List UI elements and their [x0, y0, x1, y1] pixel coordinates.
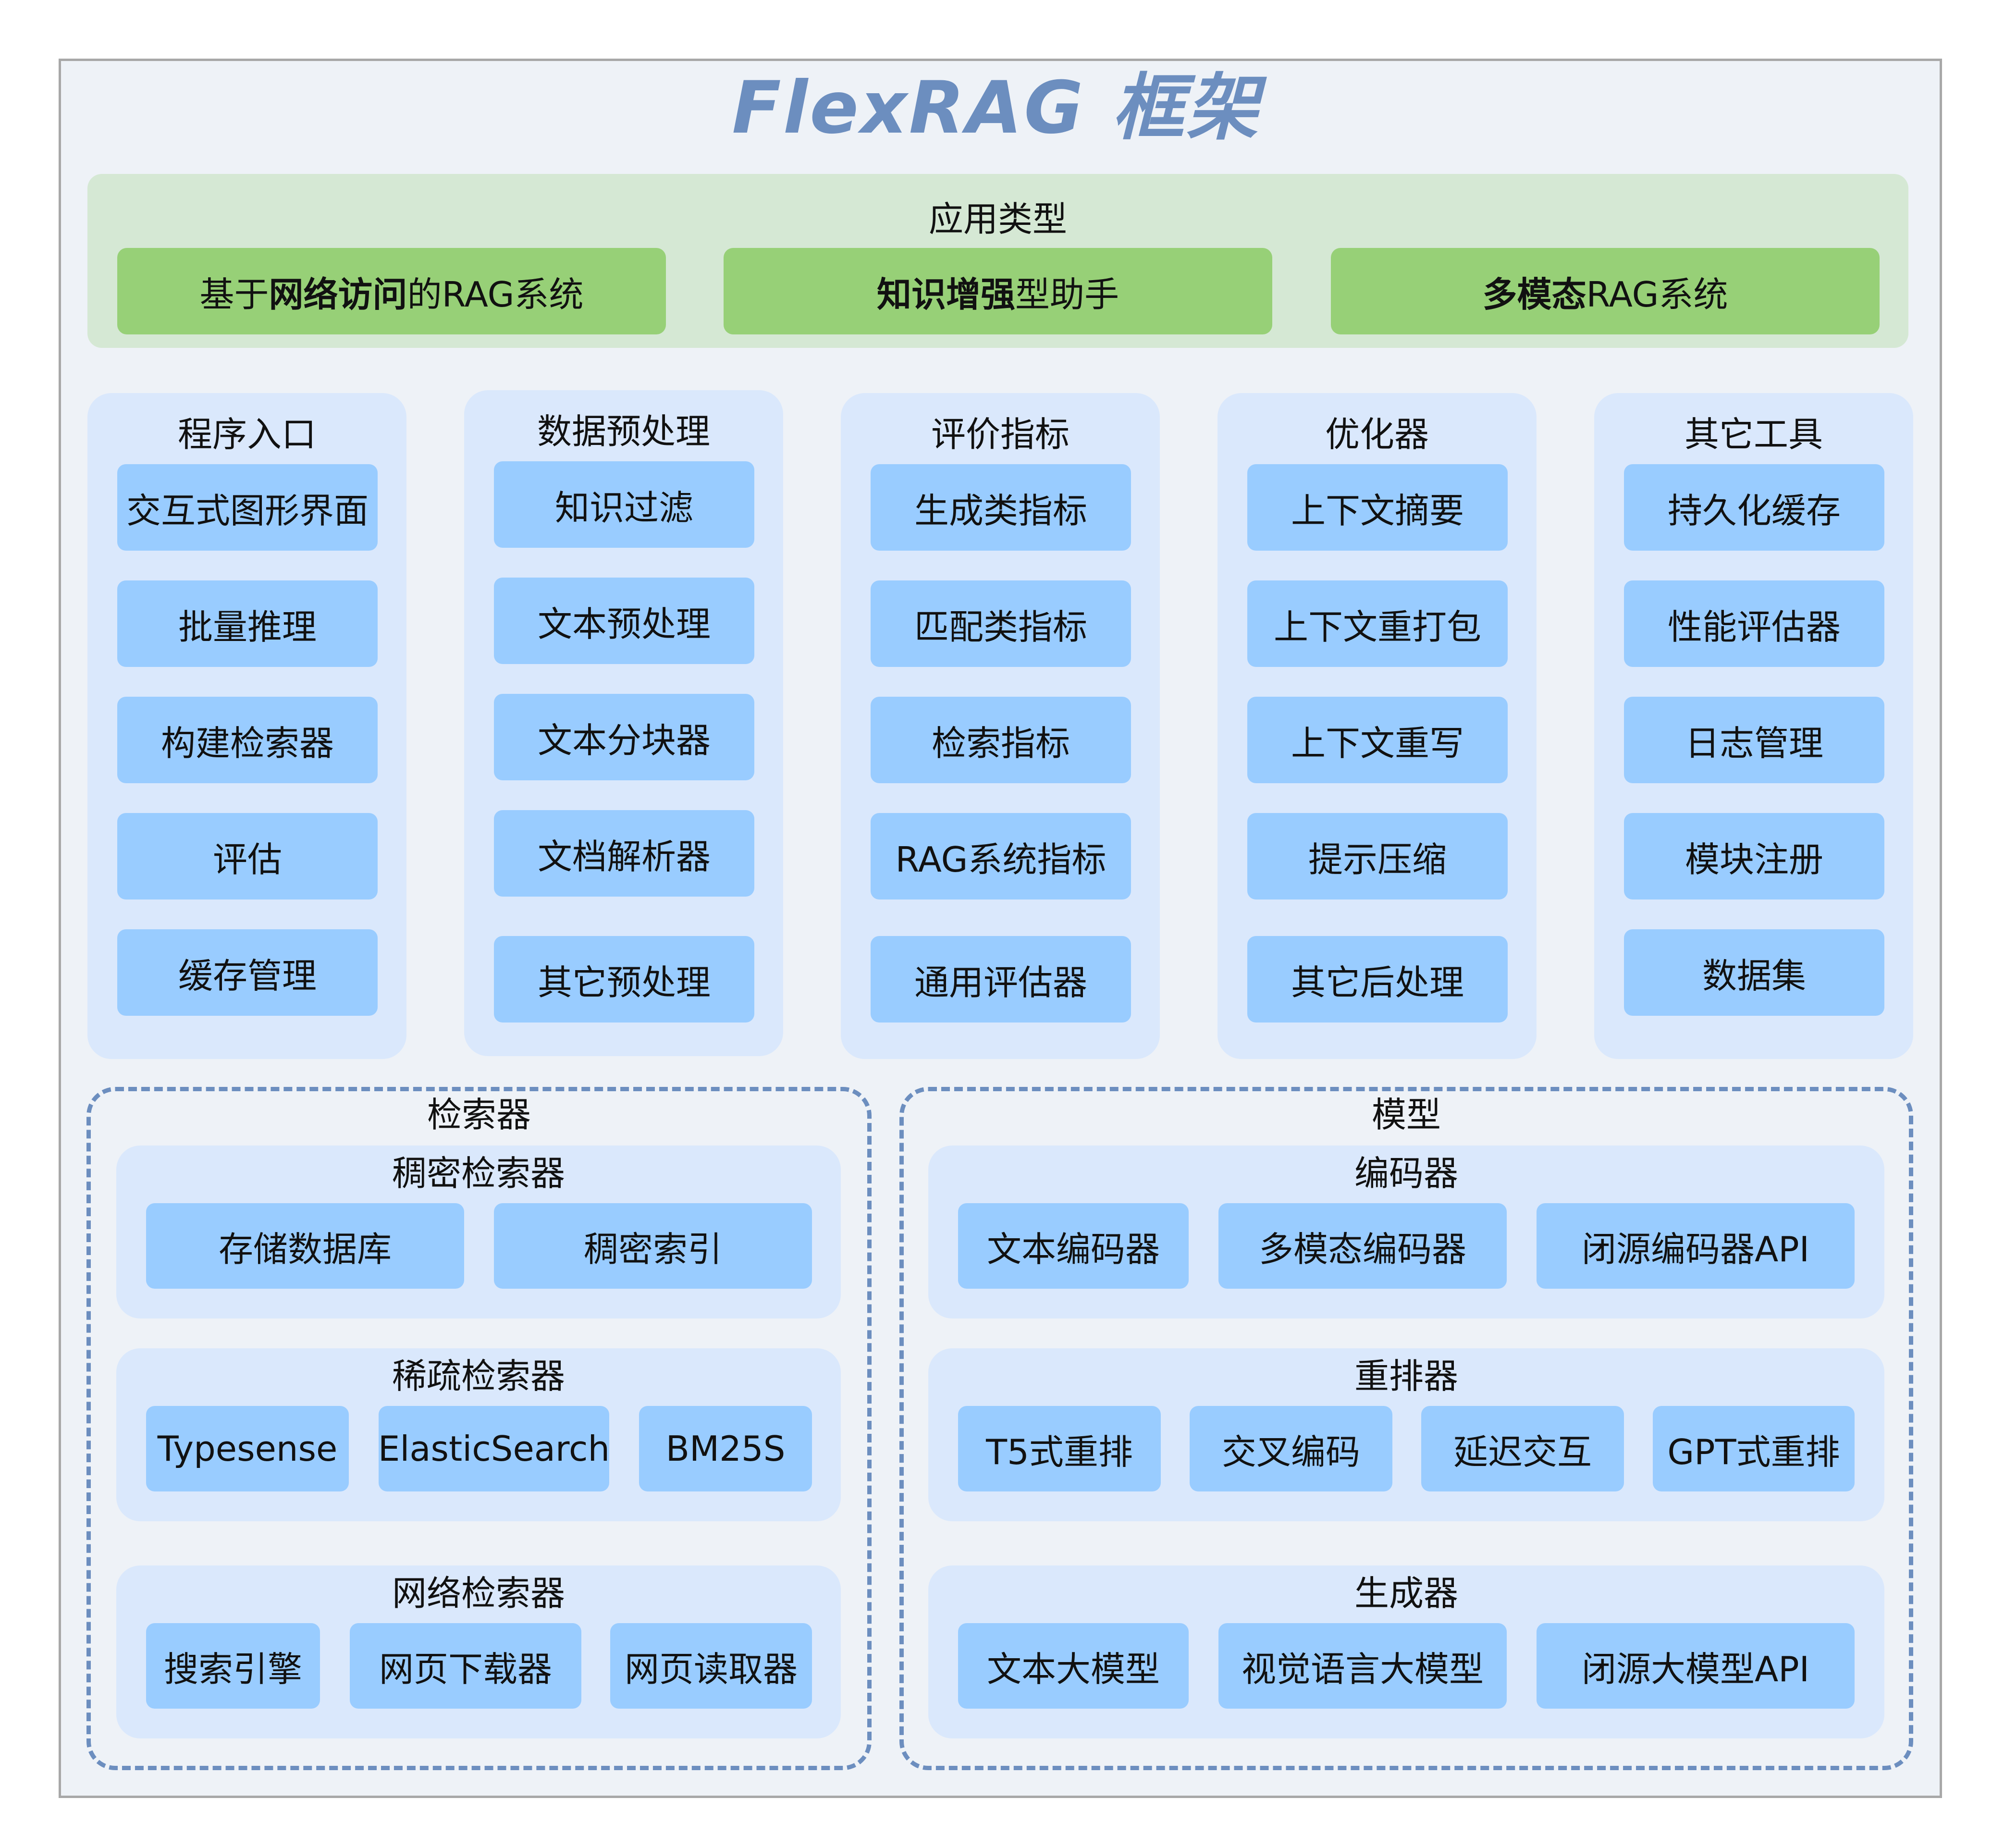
module-box: 通用评估器 — [871, 936, 1131, 1023]
module-box: 缓存管理 — [117, 929, 378, 1016]
module-box: 模块注册 — [1624, 813, 1884, 899]
module-box: 文本分块器 — [494, 694, 754, 780]
generator-panel: 生成器 文本大模型 视觉语言大模型 闭源大模型API — [928, 1565, 1884, 1738]
module-box: 闭源大模型API — [1537, 1623, 1855, 1709]
module-box: RAG系统指标 — [871, 813, 1131, 899]
column-label: 优化器 — [1325, 414, 1429, 455]
model-label: 模型 — [1371, 1095, 1441, 1135]
module-box: 延迟交互 — [1421, 1406, 1624, 1491]
module-box: 持久化缓存 — [1624, 464, 1884, 551]
module-box: 视觉语言大模型 — [1218, 1623, 1507, 1709]
module-box: 网页读取器 — [610, 1623, 812, 1709]
column-label: 数据预处理 — [537, 411, 710, 452]
app-web-rag: 基于 网络访问 的RAG系统 — [117, 248, 666, 334]
app-label-bold: 多模态 — [1482, 274, 1586, 315]
app-multimodal-rag: 多模态 RAG系统 — [1331, 248, 1880, 334]
column-label: 其它工具 — [1684, 414, 1823, 455]
page-title: FlexRAG 框架 — [732, 66, 1260, 150]
module-box: 上下文重写 — [1247, 697, 1508, 783]
module-box: 搜索引擎 — [146, 1623, 320, 1709]
application-panel: 应用类型 基于 网络访问 的RAG系统 知识增强 型助手 多模态 RAG系统 — [87, 174, 1908, 348]
module-box: 上下文重打包 — [1247, 580, 1508, 667]
module-box: 性能评估器 — [1624, 580, 1884, 667]
web-retriever-panel: 网络检索器 搜索引擎 网页下载器 网页读取器 — [116, 1565, 841, 1738]
module-box: 上下文摘要 — [1247, 464, 1508, 551]
app-label-bold: 知识增强 — [876, 274, 1015, 315]
column-preprocess: 数据预处理 知识过滤 文本预处理 文本分块器 文档解析器 其它预处理 — [464, 390, 783, 1056]
reranker-panel: 重排器 T5式重排 交叉编码 延迟交互 GPT式重排 — [928, 1348, 1884, 1521]
dense-retriever-panel: 稠密检索器 存储数据库 稠密索引 — [116, 1146, 841, 1318]
column-label: 评价指标 — [931, 414, 1070, 455]
module-box: 网页下载器 — [350, 1623, 581, 1709]
app-label-bold: 网络访问 — [269, 274, 407, 315]
module-box: 文档解析器 — [494, 810, 754, 897]
module-box: 提示压缩 — [1247, 813, 1508, 899]
module-box: 知识过滤 — [494, 461, 754, 548]
encoder-panel: 编码器 文本编码器 多模态编码器 闭源编码器API — [928, 1146, 1884, 1318]
module-box: 其它预处理 — [494, 936, 754, 1023]
module-box: 评估 — [117, 813, 378, 899]
retriever-label: 检索器 — [427, 1095, 531, 1135]
application-label: 应用类型 — [928, 199, 1067, 239]
module-box: 检索指标 — [871, 697, 1131, 783]
app-label-post: 的RAG系统 — [407, 274, 584, 315]
module-box: 构建检索器 — [117, 697, 378, 783]
column-optimizer: 优化器 上下文摘要 上下文重打包 上下文重写 提示压缩 其它后处理 — [1217, 393, 1537, 1059]
app-label-post: RAG系统 — [1586, 274, 1728, 315]
group-label: 稀疏检索器 — [392, 1356, 565, 1396]
module-box: 文本编码器 — [958, 1203, 1189, 1289]
module-box: 日志管理 — [1624, 697, 1884, 783]
module-box: 多模态编码器 — [1218, 1203, 1507, 1289]
module-box: 文本预处理 — [494, 578, 754, 664]
module-box: BM25S — [639, 1406, 812, 1491]
app-label-pre: 基于 — [199, 274, 269, 315]
column-tools: 其它工具 持久化缓存 性能评估器 日志管理 模块注册 数据集 — [1594, 393, 1913, 1059]
module-box: ElasticSearch — [378, 1406, 610, 1491]
module-box: Typesense — [146, 1406, 349, 1491]
module-box: 其它后处理 — [1247, 936, 1508, 1023]
module-box: 闭源编码器API — [1537, 1203, 1855, 1289]
module-box: 匹配类指标 — [871, 580, 1131, 667]
module-box: 交叉编码 — [1190, 1406, 1392, 1491]
group-label: 重排器 — [1354, 1356, 1458, 1396]
group-label: 编码器 — [1354, 1153, 1458, 1194]
group-label: 网络检索器 — [392, 1573, 565, 1614]
module-box: 文本大模型 — [958, 1623, 1189, 1709]
app-knowledge-assistant: 知识增强 型助手 — [724, 248, 1272, 334]
module-box: 生成类指标 — [871, 464, 1131, 551]
group-label: 生成器 — [1354, 1573, 1458, 1614]
module-box: GPT式重排 — [1653, 1406, 1855, 1491]
column-entry: 程序入口 交互式图形界面 批量推理 构建检索器 评估 缓存管理 — [87, 393, 406, 1059]
module-box: 稠密索引 — [494, 1203, 812, 1289]
column-label: 程序入口 — [177, 414, 316, 455]
sparse-retriever-panel: 稀疏检索器 Typesense ElasticSearch BM25S — [116, 1348, 841, 1521]
group-label: 稠密检索器 — [392, 1153, 565, 1194]
module-box: T5式重排 — [958, 1406, 1161, 1491]
module-box: 数据集 — [1624, 929, 1884, 1016]
module-box: 交互式图形界面 — [117, 464, 378, 551]
app-label-post: 型助手 — [1015, 274, 1119, 315]
module-box: 批量推理 — [117, 580, 378, 667]
column-metrics: 评价指标 生成类指标 匹配类指标 检索指标 RAG系统指标 通用评估器 — [841, 393, 1160, 1059]
module-box: 存储数据库 — [146, 1203, 464, 1289]
